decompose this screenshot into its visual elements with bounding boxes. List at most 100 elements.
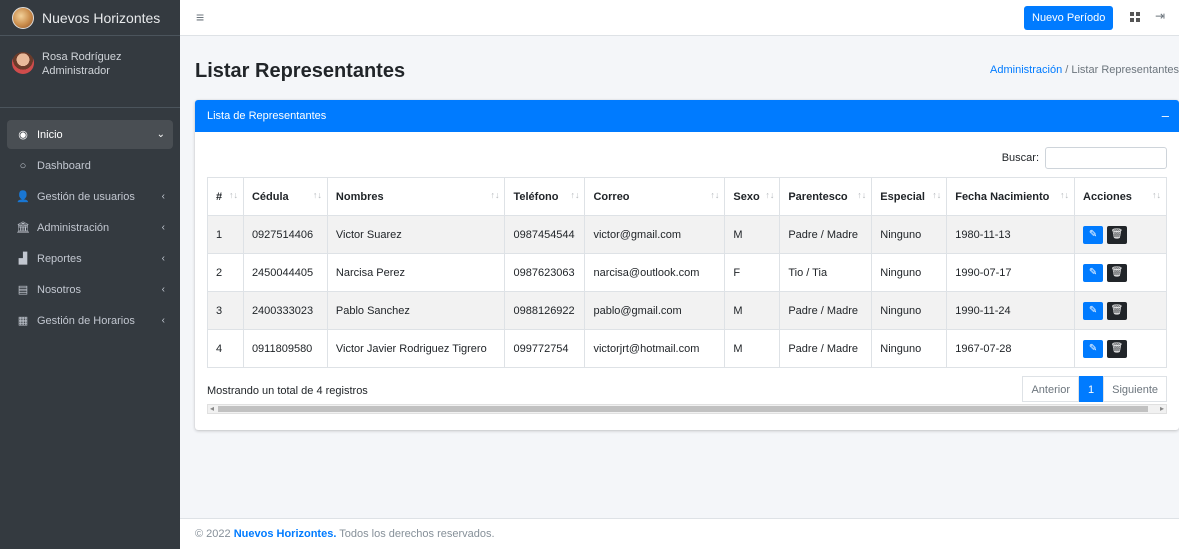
sidebar-item-gestion-horarios[interactable]: ▦ Gestión de Horarios ‹ — [7, 306, 173, 335]
cell-nombres: Victor Javier Rodriguez Tigrero — [326, 329, 506, 368]
trash-icon: 🗑 — [1110, 305, 1124, 316]
cell-fecha-nacimiento: 1980-11-13 — [946, 215, 1076, 254]
cell-acciones: ✎ 🗑 — [1074, 329, 1167, 368]
brand-name: Nuevos Horizontes — [42, 9, 161, 26]
cell-nombres: Pablo Sanchez — [326, 291, 506, 330]
chevron-left-icon: ‹ — [161, 315, 165, 326]
circle-icon: ○ — [19, 159, 27, 172]
collapse-icon[interactable]: – — [1162, 108, 1169, 123]
column-header-sexo[interactable]: Sexo ↑↓ — [724, 177, 781, 216]
cell-correo: victor@gmail.com — [584, 215, 726, 254]
cell-number: 4 — [207, 329, 244, 368]
chevron-left-icon: ‹ — [161, 222, 165, 233]
edit-button[interactable]: ✎ — [1083, 225, 1104, 244]
cell-telefono: 0988126922 — [504, 291, 586, 330]
cell-acciones: ✎ 🗑 — [1074, 291, 1167, 330]
menu-toggle-icon[interactable]: ≡ — [196, 9, 204, 25]
cell-nombres: Victor Suarez — [326, 215, 506, 254]
chevron-left-icon: ‹ — [161, 253, 165, 264]
cell-cedula: 2400333023 — [242, 291, 328, 330]
delete-button[interactable]: 🗑 — [1107, 263, 1128, 282]
breadcrumb-link-administracion[interactable]: Administración — [990, 64, 1062, 76]
brand-link[interactable]: Nuevos Horizontes — [0, 0, 180, 36]
delete-button[interactable]: 🗑 — [1107, 225, 1128, 244]
search-input[interactable] — [1045, 147, 1167, 169]
pagination-prev[interactable]: Anterior — [1022, 376, 1079, 402]
cell-sexo: M — [724, 291, 781, 330]
column-header-cedula[interactable]: Cédula ↑↓ — [242, 177, 328, 216]
column-header-especial[interactable]: Especial ↑↓ — [871, 177, 948, 216]
sidebar-item-inicio[interactable]: ◉ Inicio ⌄ — [7, 120, 173, 149]
table-info: Mostrando un total de 4 registros — [207, 385, 368, 397]
sidebar-item-label: Inicio — [37, 128, 63, 141]
sidebar-item-gestion-usuarios[interactable]: 👤 Gestión de usuarios ‹ — [7, 182, 173, 211]
trash-icon: 🗑 — [1110, 343, 1124, 354]
pagination-next[interactable]: Siguiente — [1103, 376, 1167, 402]
sidebar-item-label: Gestión de usuarios — [37, 190, 135, 203]
delete-button[interactable]: 🗑 — [1107, 301, 1128, 320]
sort-icon: ↑↓ — [570, 190, 580, 200]
sidebar-item-reportes[interactable]: ▟ Reportes ‹ — [7, 244, 173, 273]
edit-button[interactable]: ✎ — [1083, 263, 1104, 282]
cell-especial: Ninguno — [871, 253, 948, 292]
delete-button[interactable]: 🗑 — [1107, 339, 1128, 358]
column-header-acciones[interactable]: Acciones ↑↓ — [1074, 177, 1167, 216]
cell-parentesco: Padre / Madre — [779, 215, 873, 254]
representantes-card: Lista de Representantes – Buscar: # ↑↓ Cé… — [195, 100, 1179, 430]
column-header-number[interactable]: # ↑↓ — [207, 177, 244, 216]
user-panel[interactable]: Rosa Rodríguez Administrador — [0, 36, 180, 108]
cell-correo: narcisa@outlook.com — [584, 253, 726, 292]
edit-icon: ✎ — [1088, 343, 1098, 354]
breadcrumb-current: Listar Representantes — [1071, 64, 1179, 76]
sort-icon: ↑↓ — [710, 190, 720, 200]
cell-fecha-nacimiento: 1967-07-28 — [946, 329, 1076, 368]
scroll-thumb[interactable] — [218, 406, 1148, 412]
trash-icon: 🗑 — [1110, 267, 1124, 278]
cell-cedula: 2450044405 — [242, 253, 328, 292]
pagination-page-1[interactable]: 1 — [1079, 376, 1104, 402]
cell-sexo: M — [724, 215, 781, 254]
cell-acciones: ✎ 🗑 — [1074, 215, 1167, 254]
edit-button[interactable]: ✎ — [1083, 339, 1104, 358]
footer: © 2022 Nuevos Horizontes. Todos los dere… — [180, 518, 1179, 549]
sort-icon: ↑↓ — [1152, 190, 1161, 200]
table-header-row: # ↑↓ Cédula ↑↓ Nombres ↑↓ Teléfono ↑↓ Correo… — [207, 177, 1167, 216]
sidebar-item-nosotros[interactable]: ▤ Nosotros ‹ — [7, 275, 173, 304]
avatar — [12, 52, 34, 74]
edit-icon: ✎ — [1088, 229, 1098, 240]
footer-copyright: © 2022 — [195, 528, 231, 540]
sidebar-item-label: Reportes — [37, 252, 82, 265]
footer-brand-link[interactable]: Nuevos Horizontes. — [234, 528, 337, 540]
cell-nombres: Narcisa Perez — [326, 253, 506, 292]
cell-correo: pablo@gmail.com — [584, 291, 726, 330]
horizontal-scrollbar[interactable]: ◂ ▸ — [207, 404, 1167, 414]
cell-especial: Ninguno — [871, 215, 948, 254]
cell-number: 2 — [207, 253, 244, 292]
column-header-telefono[interactable]: Teléfono ↑↓ — [504, 177, 586, 216]
brand-logo — [12, 6, 34, 29]
scroll-left-icon[interactable]: ◂ — [210, 404, 214, 413]
logout-icon[interactable]: ⇥ — [1155, 9, 1165, 23]
breadcrumb-separator: / — [1065, 64, 1069, 76]
cell-especial: Ninguno — [871, 329, 948, 368]
column-header-fecha-nacimiento[interactable]: Fecha Nacimiento ↑↓ — [946, 177, 1076, 216]
table-row: 2 2450044405 Narcisa Perez 0987623063 na… — [207, 253, 1167, 292]
sidebar-item-dashboard[interactable]: ○ Dashboard — [7, 151, 173, 180]
column-header-parentesco[interactable]: Parentesco ↑↓ — [779, 177, 873, 216]
table-row: 3 2400333023 Pablo Sanchez 0988126922 pa… — [207, 291, 1167, 330]
tachometer-icon: ◉ — [18, 129, 28, 141]
grid-icon[interactable] — [1130, 12, 1140, 22]
scroll-right-icon[interactable]: ▸ — [1160, 404, 1164, 413]
sort-icon: ↑↓ — [1060, 190, 1070, 200]
nuevo-periodo-button[interactable]: Nuevo Período — [1024, 6, 1114, 30]
edit-icon: ✎ — [1088, 305, 1098, 316]
column-header-correo[interactable]: Correo ↑↓ — [584, 177, 726, 216]
cell-telefono: 0987454544 — [504, 215, 586, 254]
sort-icon: ↑↓ — [490, 190, 500, 200]
column-header-nombres[interactable]: Nombres ↑↓ — [326, 177, 506, 216]
sidebar-item-administracion[interactable]: 🏛 Administración ‹ — [7, 213, 173, 242]
edit-button[interactable]: ✎ — [1083, 301, 1104, 320]
book-icon: ▤ — [17, 284, 29, 296]
search-label: Buscar: — [1001, 152, 1039, 164]
cell-cedula: 0911809580 — [242, 329, 328, 368]
